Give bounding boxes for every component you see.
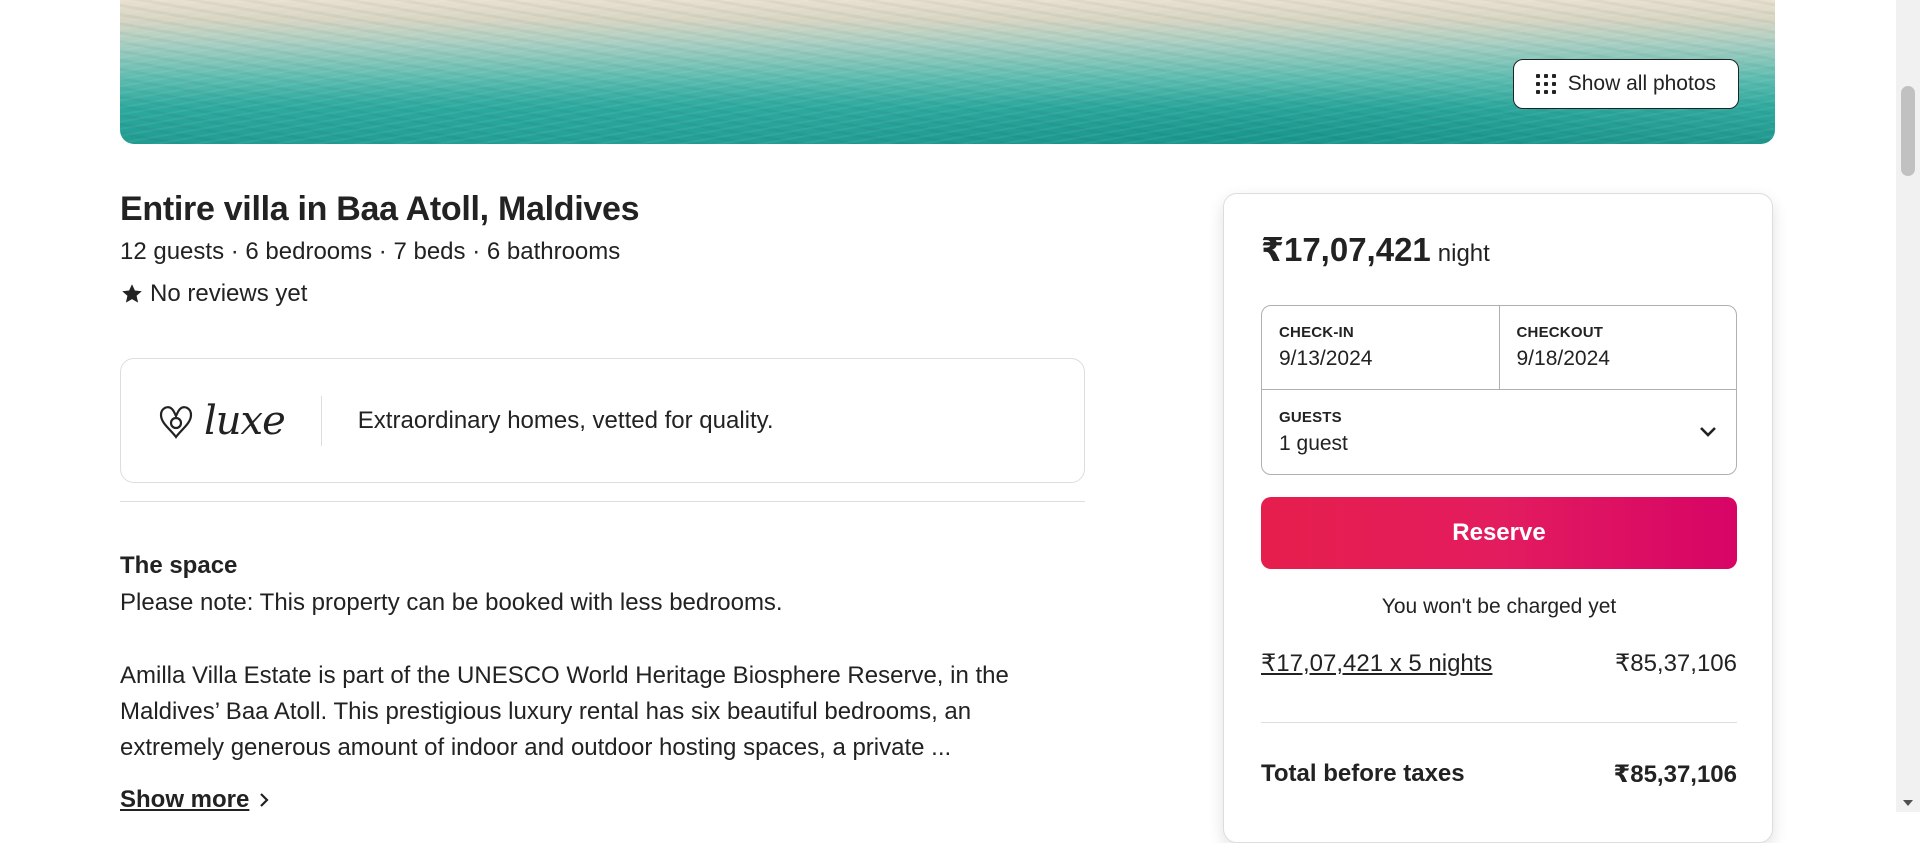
show-more-label: Show more — [120, 786, 250, 813]
nights-subtotal: ₹85,37,106 — [1614, 650, 1737, 677]
listing-subtitle: 12 guests · 6 bedrooms · 7 beds · 6 bath… — [120, 238, 621, 265]
luxe-divider — [320, 395, 322, 446]
checkin-field[interactable]: CHECK-IN 9/13/2024 — [1262, 306, 1499, 389]
checkout-label: CHECKOUT — [1516, 324, 1604, 341]
booking-card: ₹17,07,421 night CHECK-IN 9/13/2024 CHEC… — [1223, 193, 1773, 843]
reserve-button[interactable]: Reserve — [1261, 497, 1737, 569]
checkout-value: 9/18/2024 — [1516, 347, 1610, 370]
reviews-text: No reviews yet — [150, 280, 308, 307]
page-scrollbar[interactable] — [1896, 0, 1920, 812]
total-row: Total before taxes ₹85,37,106 — [1261, 760, 1737, 789]
scroll-down-arrow-icon[interactable] — [1903, 800, 1913, 806]
nights-breakdown-link[interactable]: ₹17,07,421 x 5 nights — [1261, 649, 1492, 678]
airbnb-logo-icon — [159, 405, 193, 439]
booking-divider — [1261, 722, 1737, 723]
total-label: Total before taxes — [1261, 760, 1465, 787]
space-note: Please note: This property can be booked… — [120, 589, 783, 616]
hero-photo[interactable]: Show all photos — [120, 0, 1775, 144]
total-value: ₹85,37,106 — [1613, 761, 1737, 788]
grid-dots-icon — [1535, 74, 1556, 94]
reviews-summary: No reviews yet — [120, 280, 307, 308]
space-description: Amilla Villa Estate is part of the UNESC… — [120, 662, 1009, 761]
chevron-right-icon — [260, 793, 269, 807]
nightly-price: ₹17,07,421 — [1261, 231, 1431, 268]
listing-title: Entire villa in Baa Atoll, Maldives — [120, 190, 640, 228]
section-divider — [120, 501, 1085, 502]
space-heading: The space — [120, 552, 238, 579]
checkin-label: CHECK-IN — [1279, 324, 1354, 341]
luxe-logo: luxe — [156, 397, 286, 444]
guests-select[interactable]: GUESTS 1 guest — [1262, 390, 1736, 474]
date-guest-picker: CHECK-IN 9/13/2024 CHECKOUT 9/18/2024 GU… — [1261, 305, 1737, 475]
star-icon — [122, 284, 142, 303]
checkin-value: 9/13/2024 — [1279, 347, 1373, 370]
show-all-photos-button[interactable]: Show all photos — [1512, 59, 1739, 109]
show-all-photos-label: Show all photos — [1567, 72, 1716, 95]
checkout-field[interactable]: CHECKOUT 9/18/2024 — [1498, 306, 1737, 389]
price-breakdown-row: ₹17,07,421 x 5 nights ₹85,37,106 — [1261, 649, 1737, 678]
guests-label: GUESTS — [1279, 408, 1342, 426]
price-unit: night — [1437, 240, 1490, 267]
show-more-link[interactable]: Show more — [120, 786, 271, 814]
guests-value: 1 guest — [1279, 431, 1348, 455]
luxe-tagline: Extraordinary homes, vetted for quality. — [357, 406, 774, 434]
scrollbar-thumb[interactable] — [1901, 86, 1915, 176]
luxe-wordmark: luxe — [204, 397, 286, 444]
no-charge-note: You won't be charged yet — [1381, 595, 1617, 618]
chevron-down-icon — [1700, 427, 1716, 437]
price-row: ₹17,07,421 night — [1261, 230, 1490, 269]
luxe-banner: luxe Extraordinary homes, vetted for qua… — [120, 358, 1085, 483]
